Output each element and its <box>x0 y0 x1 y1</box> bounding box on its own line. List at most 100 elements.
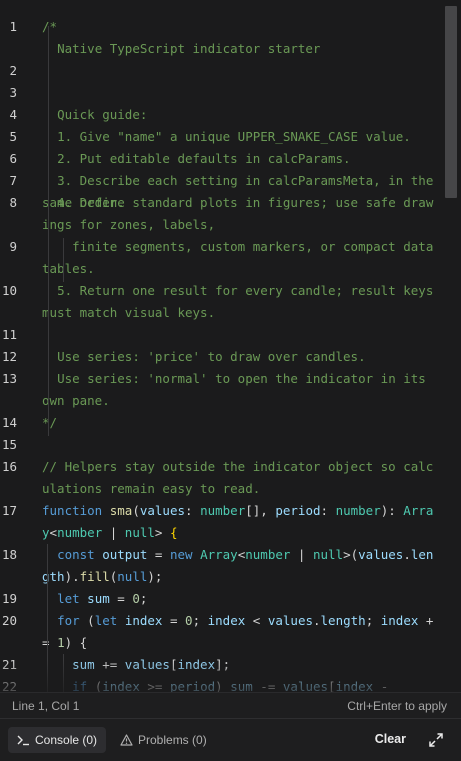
line-code: for (let index = 0; index < values.lengt… <box>42 610 437 654</box>
code-token: = <box>162 613 186 628</box>
code-token: number <box>57 525 103 540</box>
code-token: output <box>102 547 148 562</box>
status-bar: Line 1, Col 1 Ctrl+Enter to apply <box>0 692 461 718</box>
line-number: 14 <box>1 415 17 430</box>
code-token: */ <box>42 415 58 430</box>
code-token: . <box>313 613 321 628</box>
line-number: 20 <box>1 613 17 628</box>
line-number: 9 <box>9 239 17 254</box>
line-number: 16 <box>1 459 17 474</box>
code-token: period <box>275 503 321 518</box>
line-number: 10 <box>1 283 17 298</box>
code-token: 4. Define standard plots in figures; use… <box>42 195 434 232</box>
code-token: sma <box>109 503 133 518</box>
editor-scrollbar[interactable] <box>445 6 457 198</box>
line-number: 15 <box>1 437 17 452</box>
line-number: 4 <box>9 107 17 122</box>
line-number: 17 <box>1 503 17 518</box>
code-token: const <box>57 547 95 562</box>
expand-icon[interactable] <box>428 732 444 748</box>
code-token: Quick guide: <box>42 107 148 122</box>
code-token: index <box>380 613 419 628</box>
code-token: values <box>358 547 404 562</box>
line-code: Quick guide: <box>42 104 437 126</box>
line-number: 7 <box>9 173 17 188</box>
line-number: 11 <box>1 327 17 342</box>
code-token: fill <box>79 569 110 584</box>
line-code: function sma(values: number[], period: n… <box>42 500 437 544</box>
code-token: ( <box>79 613 95 628</box>
code-token: let <box>57 591 80 606</box>
code-token: number <box>335 503 381 518</box>
code-token: < <box>245 613 268 628</box>
line-code: */ <box>42 412 437 434</box>
line-number: 18 <box>1 547 17 562</box>
line-code: finite segments, custom markers, or comp… <box>42 236 437 280</box>
code-token: > <box>154 525 170 540</box>
code-token: | <box>290 547 313 562</box>
line-code: 5. Return one result for every candle; r… <box>42 280 437 324</box>
code-token: null <box>312 547 344 562</box>
code-token: // Helpers stay outside the indicator ob… <box>42 459 434 496</box>
code-token: ); <box>147 569 163 584</box>
line-code: // Helpers stay outside the indicator ob… <box>42 456 437 500</box>
tab-problems[interactable]: Problems (0) <box>114 727 213 753</box>
code-token: number <box>200 503 246 518</box>
editor-fade <box>0 660 445 692</box>
code-editor[interactable]: 1 /* Native TypeScript indicator starter 2… <box>0 0 461 692</box>
code-token: new <box>169 547 193 562</box>
tab-console[interactable]: Console (0) <box>8 727 107 753</box>
code-token: ; <box>365 613 381 628</box>
line-code: Native TypeScript indicator starter <box>42 38 437 60</box>
line-code: Use series: 'price' to draw over candles… <box>42 346 437 368</box>
code-token: : <box>320 503 336 518</box>
code-token: ): <box>380 503 404 518</box>
code-token: ) { <box>64 635 88 650</box>
code-token: null <box>117 569 148 584</box>
indent-guide <box>63 238 64 282</box>
code-token: number <box>245 547 291 562</box>
code-token: 1 <box>57 635 65 650</box>
code-token: finite segments, custom markers, or comp… <box>42 239 441 276</box>
code-token: null <box>124 525 155 540</box>
code-token: ; <box>192 613 208 628</box>
line-number: 8 <box>9 195 17 210</box>
code-token: = <box>109 591 133 606</box>
code-token: function <box>42 503 103 518</box>
apply-hint: Ctrl+Enter to apply <box>347 699 447 713</box>
code-token: { <box>169 525 178 540</box>
cursor-position: Line 1, Col 1 <box>12 699 80 713</box>
code-token: >( <box>343 547 359 562</box>
code-token: : <box>185 503 201 518</box>
code-token: Native TypeScript indicator starter <box>42 41 321 56</box>
line-code: 2. Put editable defaults in calcParams. <box>42 148 437 170</box>
code-token: [], <box>245 503 276 518</box>
line-number: 6 <box>9 151 17 166</box>
code-token: = <box>147 547 170 562</box>
code-token: 1. Give "name" a unique UPPER_SNAKE_CASE… <box>42 129 411 144</box>
clear-button[interactable]: Clear <box>375 732 406 746</box>
code-token: ). <box>64 569 80 584</box>
line-number: 19 <box>1 591 17 606</box>
bottom-panel-bar: Console (0) Problems (0) Clear <box>0 718 461 761</box>
code-token: . <box>403 547 411 562</box>
line-number: 12 <box>1 349 17 364</box>
code-token: sum <box>87 591 110 606</box>
code-token: values <box>267 613 313 628</box>
code-token: values <box>139 503 186 518</box>
code-token: 2. Put editable defaults in calcParams. <box>42 151 351 166</box>
tab-problems-label: Problems (0) <box>138 733 207 747</box>
code-token: Use series: 'price' to draw over candles… <box>42 349 366 364</box>
code-token: index <box>207 613 246 628</box>
code-token: 5. Return one result for every candle; r… <box>42 283 441 320</box>
line-number: 2 <box>9 63 17 78</box>
code-token: index <box>124 613 163 628</box>
line-code: const output = new Array<number | null>(… <box>42 544 437 588</box>
code-token: length <box>320 613 366 628</box>
line-code: 1. Give "name" a unique UPPER_SNAKE_CASE… <box>42 126 437 148</box>
code-token: for <box>57 613 80 628</box>
